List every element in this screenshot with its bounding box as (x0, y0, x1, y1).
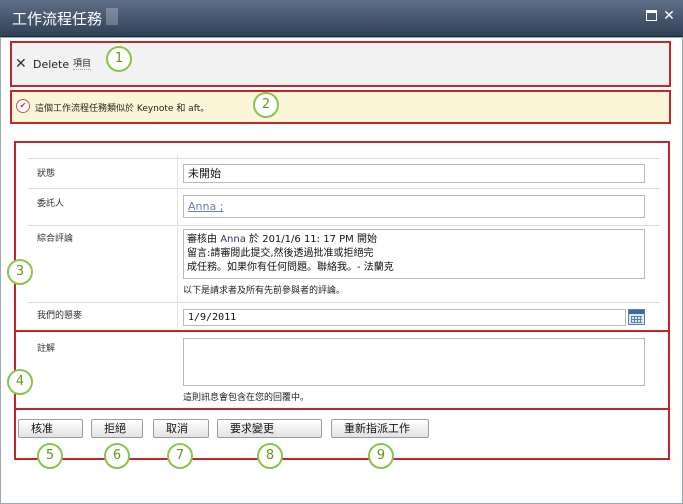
due-date-label: 我們的懇麥 (37, 311, 83, 321)
status-value: 未開始 (183, 164, 645, 183)
comments-label: 註解 (37, 344, 56, 354)
maximize-icon[interactable] (644, 9, 658, 23)
comments-note: 這則訊息會包含在您的回覆中。 (183, 393, 310, 403)
callout-6: 6 (104, 443, 130, 469)
callout-5: 5 (37, 443, 63, 469)
row-divider (28, 302, 660, 303)
request-change-button[interactable]: 要求變更 (217, 419, 322, 438)
cancel-button[interactable]: 取消 (153, 419, 209, 438)
callout-4: 4 (7, 369, 33, 395)
reject-button[interactable]: 拒絕 (91, 419, 143, 438)
comment-line-3: 成任務。如果你有任何問題。聯絡我。- 法蘭克 (187, 262, 394, 273)
calendar-icon[interactable] (628, 309, 645, 325)
comment-line-1: 審核由 Anna 於 201/1/6 11: 17 PM 開始 (187, 234, 377, 245)
dialog-titlebar: 工作流程任務 ✕ (0, 0, 683, 37)
annotation-box-2 (10, 90, 671, 124)
row-divider (28, 158, 660, 159)
reassign-button[interactable]: 重新指派工作 (331, 419, 429, 438)
due-date-input[interactable]: 1/9/2011 (183, 309, 626, 326)
close-icon[interactable]: ✕ (662, 9, 676, 23)
assigned-to-label: 委託人 (37, 199, 65, 209)
consolidated-comments-label: 綜合評論 (37, 234, 74, 244)
row-divider (28, 225, 660, 226)
callout-7: 7 (167, 443, 193, 469)
approve-button[interactable]: 核准 (18, 419, 83, 438)
assigned-to-input[interactable]: Anna ; (183, 195, 645, 218)
consolidated-comments-note: 以下是請求者及所有先前參與者的評論。 (183, 286, 346, 296)
callout-9: 9 (368, 443, 394, 469)
comment-line-2: 留言:請審閱此提交,然後透過批准或拒絕完 (187, 248, 374, 259)
row-divider (28, 188, 660, 189)
comment-user-link[interactable]: Anna (220, 234, 246, 245)
title-decoration (106, 8, 118, 25)
dialog-title: 工作流程任務 (12, 10, 103, 28)
status-label: 狀態 (37, 169, 56, 179)
callout-1: 1 (106, 46, 132, 72)
column-divider (177, 155, 178, 331)
callout-3: 3 (7, 259, 33, 285)
callout-2: 2 (253, 92, 279, 118)
callout-8: 8 (257, 443, 283, 469)
comments-input[interactable] (183, 338, 645, 386)
